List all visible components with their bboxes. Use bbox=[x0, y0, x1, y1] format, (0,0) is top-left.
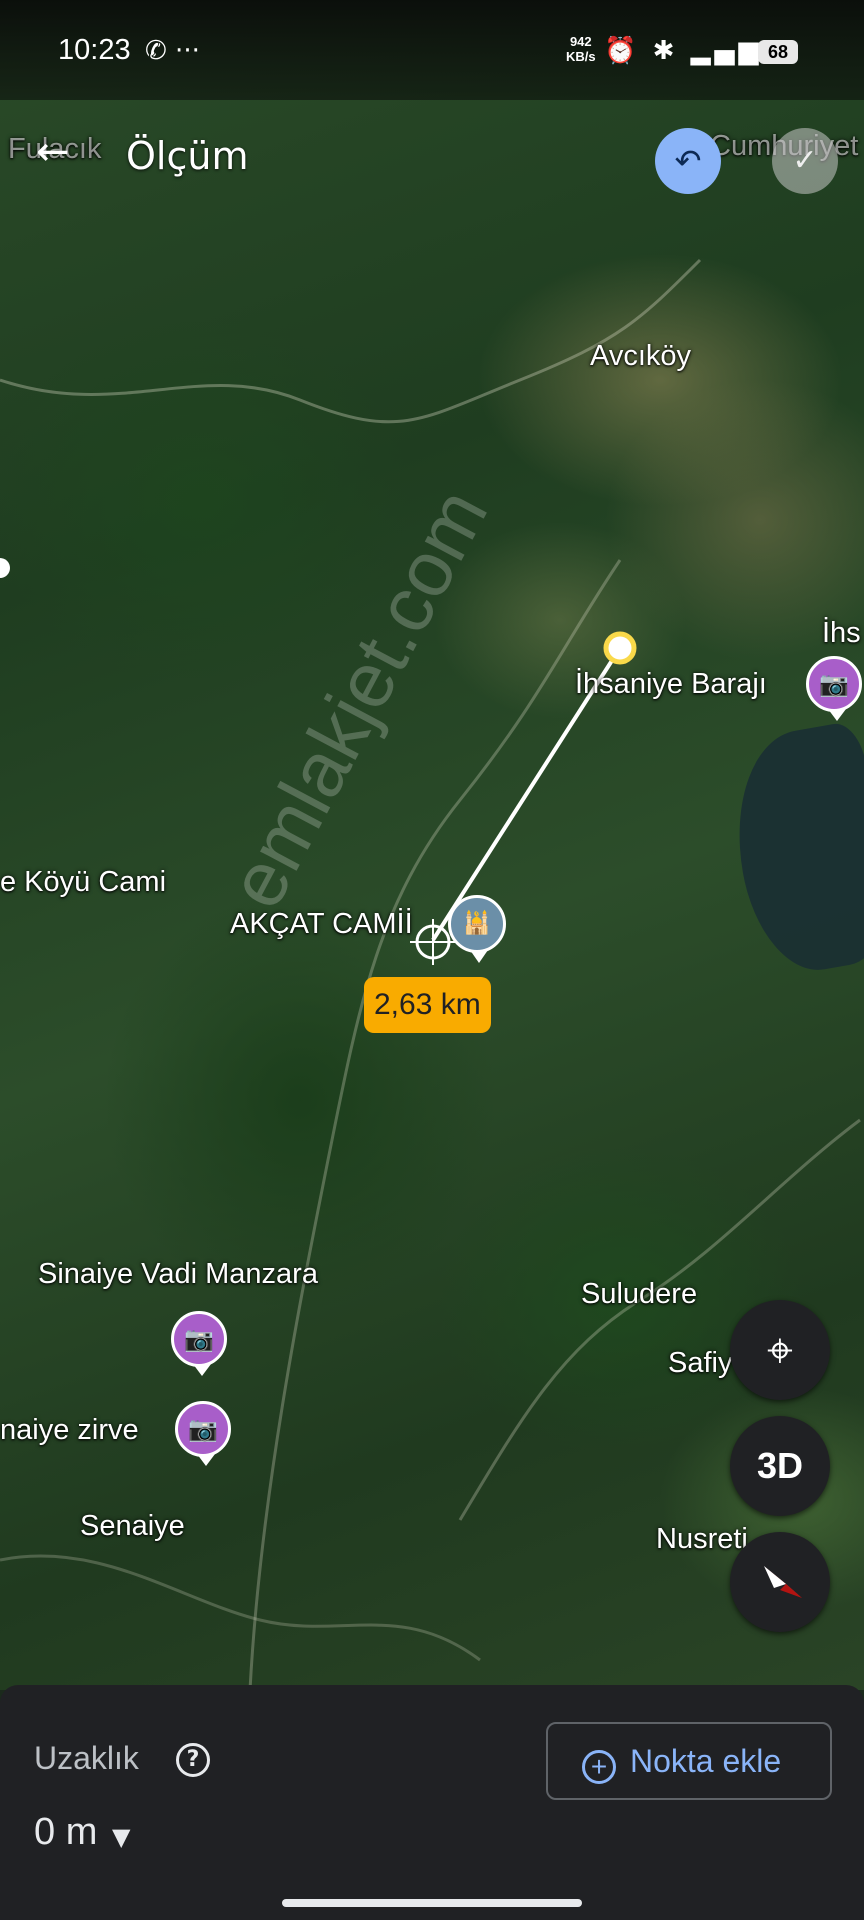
place-label-senaiye[interactable]: Senaiye bbox=[80, 1510, 185, 1543]
network-speed-value: 942 bbox=[569, 34, 592, 49]
status-bar: 10:23 ✆ ··· 942 KB/s ⏰ ✱ ▂▄▆ ◠ 68 bbox=[0, 0, 864, 100]
add-point-label: Nokta ekle bbox=[630, 1743, 782, 1779]
status-notification-icons: ✆ ··· bbox=[145, 36, 200, 66]
offscreen-marker bbox=[0, 558, 10, 578]
distance-label: Uzaklık bbox=[34, 1740, 139, 1776]
place-label-koyu-cami[interactable]: e Köyü Cami bbox=[0, 866, 166, 899]
distance-badge: 2,63 km bbox=[364, 977, 491, 1033]
unit-dropdown-icon[interactable]: ▼ bbox=[112, 1823, 130, 1851]
help-icon[interactable]: ? bbox=[176, 1743, 210, 1777]
poi-photo-icon[interactable]: 📷 bbox=[806, 656, 862, 721]
distance-value: 0 m bbox=[34, 1811, 98, 1853]
check-icon: ✓ bbox=[792, 143, 818, 178]
home-indicator[interactable] bbox=[282, 1899, 582, 1907]
status-time: 10:23 bbox=[58, 34, 131, 66]
add-circle-icon: + bbox=[582, 1750, 616, 1784]
battery-icon: 68 bbox=[758, 40, 798, 64]
mosque-icon[interactable]: 🕌 bbox=[448, 895, 506, 963]
undo-icon: ↶ bbox=[674, 142, 702, 180]
place-label-safiy[interactable]: Safiy bbox=[668, 1347, 732, 1380]
road-path bbox=[0, 1554, 481, 1662]
add-point-button[interactable]: + Nokta ekle bbox=[546, 1722, 832, 1800]
place-label-avcikoy[interactable]: Avcıköy bbox=[590, 340, 691, 373]
satellite-map[interactable]: emlakjet.com Fulacık Cumhuriyet Avcıköy … bbox=[0, 0, 864, 1690]
poi-photo-icon[interactable]: 📷 bbox=[175, 1401, 231, 1466]
place-label-akcat-camii[interactable]: AKÇAT CAMİİ bbox=[230, 908, 413, 941]
3d-toggle-button[interactable]: 3D bbox=[730, 1416, 830, 1516]
place-label-ihsaniye-baraji[interactable]: İhsaniye Barajı bbox=[575, 668, 767, 701]
measurement-start-point bbox=[603, 631, 637, 665]
done-button[interactable]: ✓ bbox=[772, 128, 838, 194]
place-label-naiye-zirve[interactable]: naiye zirve bbox=[0, 1414, 139, 1447]
page-title: Ölçüm bbox=[126, 134, 249, 178]
measure-topbar: ← Ölçüm ↶ ✓ bbox=[0, 110, 864, 200]
place-label-ihs[interactable]: İhs bbox=[822, 617, 861, 650]
compass-button[interactable] bbox=[730, 1532, 830, 1632]
network-speed-unit: KB/s bbox=[566, 49, 596, 64]
my-location-button[interactable]: ⌖ bbox=[730, 1300, 830, 1400]
back-arrow-icon[interactable]: ← bbox=[36, 132, 80, 176]
compass-icon bbox=[764, 1566, 802, 1598]
poi-photo-icon[interactable]: 📷 bbox=[171, 1311, 227, 1376]
measurement-panel: Uzaklık ? + Nokta ekle 0 m ▼ bbox=[0, 1685, 864, 1920]
undo-button[interactable]: ↶ bbox=[655, 128, 721, 194]
my-location-icon: ⌖ bbox=[767, 1323, 793, 1377]
place-label-sinaiye-vadi[interactable]: Sinaiye Vadi Manzara bbox=[38, 1258, 318, 1291]
place-label-suludere[interactable]: Suludere bbox=[581, 1278, 697, 1311]
network-speed: 942 KB/s bbox=[566, 34, 596, 64]
